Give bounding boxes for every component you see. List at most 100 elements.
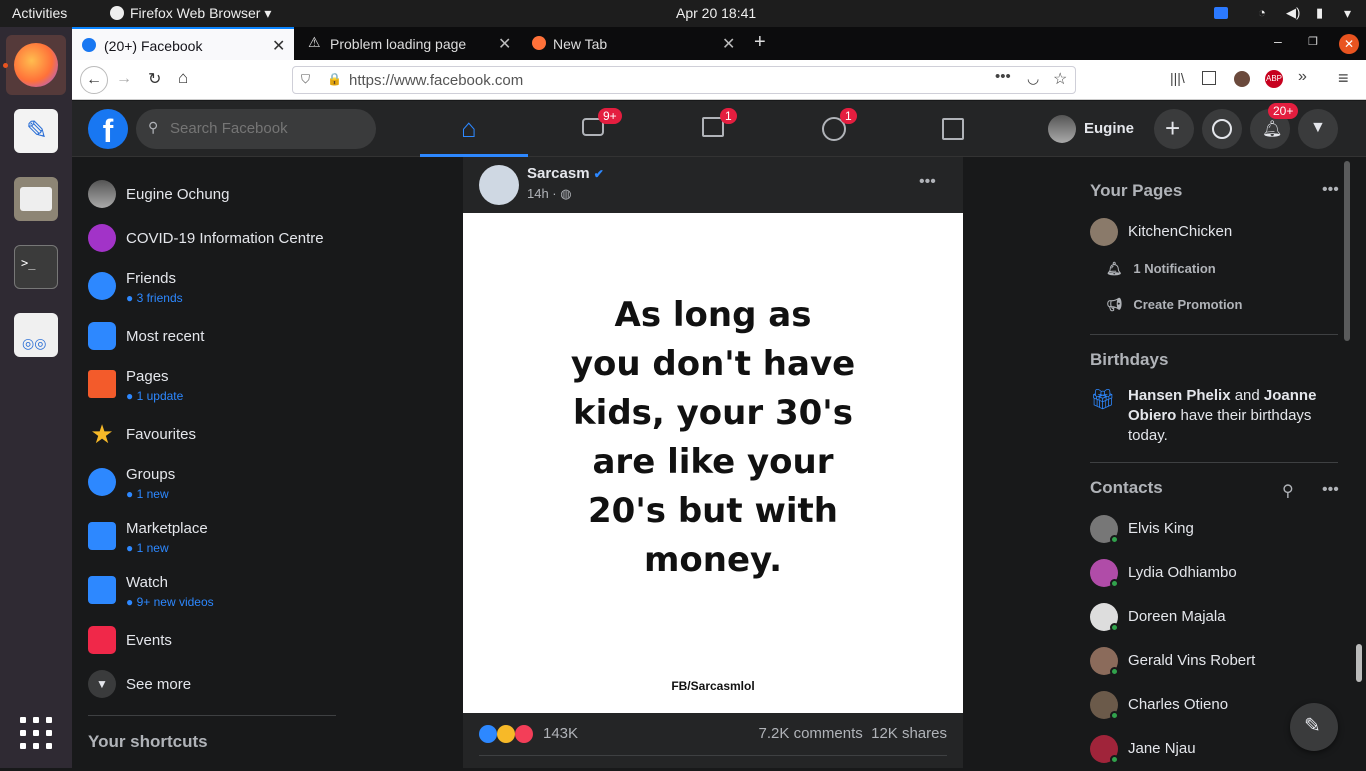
bookmark-star-icon[interactable]: ☆ xyxy=(1053,69,1067,89)
post-author[interactable]: Sarcasm ✔ xyxy=(527,165,604,182)
birthday-text[interactable]: Hansen Phelix and Joanne Obiero have the… xyxy=(1128,386,1340,446)
close-tab-icon[interactable]: ✕ xyxy=(722,34,735,54)
feed-post: Sarcasm ✔ 14h · ◍ ••• As long as you don… xyxy=(463,157,963,768)
volume-icon[interactable]: ◀) xyxy=(1286,5,1300,21)
contacts-search-icon[interactable]: ⚲ xyxy=(1282,481,1294,501)
watermark: FB/Sarcasmlol xyxy=(671,679,755,693)
create-button[interactable]: + xyxy=(1154,109,1194,149)
nav-item-label: Marketplace xyxy=(126,520,208,537)
restore-icon[interactable]: ❐ xyxy=(1308,35,1318,48)
wifi-icon[interactable]: ◔ xyxy=(1258,5,1266,20)
library-icon[interactable]: |||\ xyxy=(1170,70,1185,86)
lock-icon[interactable]: 🔒 xyxy=(327,72,342,86)
author-avatar[interactable] xyxy=(479,165,519,205)
account-avatar-icon[interactable] xyxy=(1234,71,1250,87)
post-image[interactable]: As long as you don't have kids, your 30'… xyxy=(463,213,963,713)
chevron-down-icon: ▾ xyxy=(264,5,272,21)
page-scrollbar-thumb[interactable] xyxy=(1356,644,1362,682)
post-meta[interactable]: 14h · ◍ xyxy=(527,186,572,202)
post-options-icon[interactable]: ••• xyxy=(919,173,936,191)
close-tab-icon[interactable]: ✕ xyxy=(272,36,285,56)
page-name: KitchenChicken xyxy=(1128,223,1233,240)
nav-item-label: See more xyxy=(126,676,192,693)
overflow-chevrons-icon[interactable]: » xyxy=(1298,68,1307,86)
forward-arrow-icon[interactable]: → xyxy=(116,70,132,88)
nav-item-sub: ● 9+ new videos xyxy=(126,595,214,609)
clock-feed-icon xyxy=(88,322,116,350)
verified-badge-icon: ✔ xyxy=(593,167,604,181)
contact-name: Lydia Odhiambo xyxy=(1128,564,1237,581)
app-menu-label: Firefox Web Browser xyxy=(130,5,261,21)
nav-item-label: Most recent xyxy=(126,328,205,345)
tab-problem-loading[interactable]: ⚠ Problem loading page ✕ xyxy=(298,27,520,60)
minimize-icon[interactable]: – xyxy=(1274,33,1282,49)
contact-name: Jane Njau xyxy=(1128,740,1196,757)
system-menu-chevron-icon[interactable]: ▾ xyxy=(1344,5,1351,22)
comments-count[interactable]: 7.2K comments xyxy=(759,725,863,742)
watch-badge: 9+ xyxy=(598,108,622,124)
dock-text-editor[interactable]: ✎ xyxy=(14,109,58,153)
nav-gaming-tab[interactable] xyxy=(900,101,1008,157)
nav-marketplace-tab[interactable]: 1 xyxy=(660,101,768,157)
nav-home-tab[interactable]: ⌂ xyxy=(420,101,528,157)
birthdays-heading: Birthdays xyxy=(1090,350,1169,369)
messenger-icon xyxy=(1212,119,1232,139)
messenger-button[interactable] xyxy=(1202,109,1242,149)
battery-icon[interactable]: ▮ xyxy=(1316,5,1323,21)
contact-name: Doreen Majala xyxy=(1128,608,1226,625)
dock-document-viewer[interactable]: ◎◎ xyxy=(14,313,58,357)
nav-watch-tab[interactable]: 9+ xyxy=(540,101,648,157)
new-message-button[interactable]: ✎ xyxy=(1290,703,1338,751)
page-notification-link[interactable]: 🔔︎ 1 Notification xyxy=(1106,261,1216,277)
scrollbar-thumb[interactable] xyxy=(1344,161,1350,341)
adblock-icon[interactable]: ABP xyxy=(1265,70,1283,88)
facebook-logo-icon[interactable]: f xyxy=(88,109,128,149)
left-navigation: Eugine Ochung COVID-19 Information Centr… xyxy=(72,157,352,768)
contacts-options-icon[interactable]: ••• xyxy=(1322,481,1339,499)
url-text[interactable]: https://www.facebook.com xyxy=(349,72,523,89)
tab-new-tab[interactable]: New Tab ✕ xyxy=(524,27,744,60)
shares-count[interactable]: 12K shares xyxy=(871,725,947,742)
create-promotion-link[interactable]: 📢︎ Create Promotion xyxy=(1106,297,1242,313)
friends-icon xyxy=(88,272,116,300)
nav-item-label: Events xyxy=(126,632,172,649)
pages-options-icon[interactable]: ••• xyxy=(1322,181,1339,199)
dock-files[interactable] xyxy=(14,177,58,221)
hamburger-menu-icon[interactable]: ≡ xyxy=(1338,68,1349,89)
close-window-icon[interactable]: ✕ xyxy=(1339,34,1359,54)
post-stats: 7.2K comments 12K shares xyxy=(759,725,947,742)
activities-button[interactable]: Activities xyxy=(12,5,67,21)
pencil-icon: ✎ xyxy=(26,115,48,145)
close-tab-icon[interactable]: ✕ xyxy=(498,34,511,54)
new-tab-plus-icon[interactable]: + xyxy=(754,31,766,54)
online-dot xyxy=(1110,755,1119,764)
dock-firefox[interactable] xyxy=(6,35,66,95)
clock[interactable]: Apr 20 18:41 xyxy=(676,5,756,21)
chevron-down-icon: ▼ xyxy=(88,670,116,698)
covid-heart-icon xyxy=(88,224,116,252)
scrollbar[interactable] xyxy=(1344,157,1352,768)
divider xyxy=(88,715,336,716)
nav-item-sub: ● 1 update xyxy=(126,389,184,403)
home-icon[interactable]: ⌂ xyxy=(178,68,188,88)
notifications-button[interactable]: 🔔︎ 20+ xyxy=(1250,103,1299,149)
reload-icon[interactable]: ↻ xyxy=(148,69,161,89)
page-actions-icon[interactable]: ••• xyxy=(995,68,1011,85)
sidebar-icon[interactable] xyxy=(1202,71,1216,85)
url-bar[interactable]: ⛉ 🔒 https://www.facebook.com ••• ◡ ☆ xyxy=(292,66,1076,94)
dock-terminal[interactable]: >_ xyxy=(14,245,58,289)
back-arrow-icon[interactable]: ← xyxy=(80,66,108,94)
nav-groups-tab[interactable]: 1 xyxy=(780,101,888,157)
tab-facebook[interactable]: (20+) Facebook ✕ xyxy=(72,27,294,60)
online-dot xyxy=(1110,667,1119,676)
shield-icon[interactable]: ⛉ xyxy=(301,72,310,87)
nav-item-sub: ● 1 new xyxy=(126,541,169,555)
pocket-icon[interactable]: ◡ xyxy=(1027,70,1039,87)
search-box[interactable]: ⚲ xyxy=(136,109,376,149)
groups-icon xyxy=(88,468,116,496)
account-menu-button[interactable]: ▼ xyxy=(1298,109,1338,149)
folder-icon xyxy=(20,187,52,211)
search-input[interactable] xyxy=(170,117,360,139)
show-applications-icon[interactable] xyxy=(20,717,52,749)
app-menu[interactable]: Firefox Web Browser ▾ xyxy=(110,5,271,22)
